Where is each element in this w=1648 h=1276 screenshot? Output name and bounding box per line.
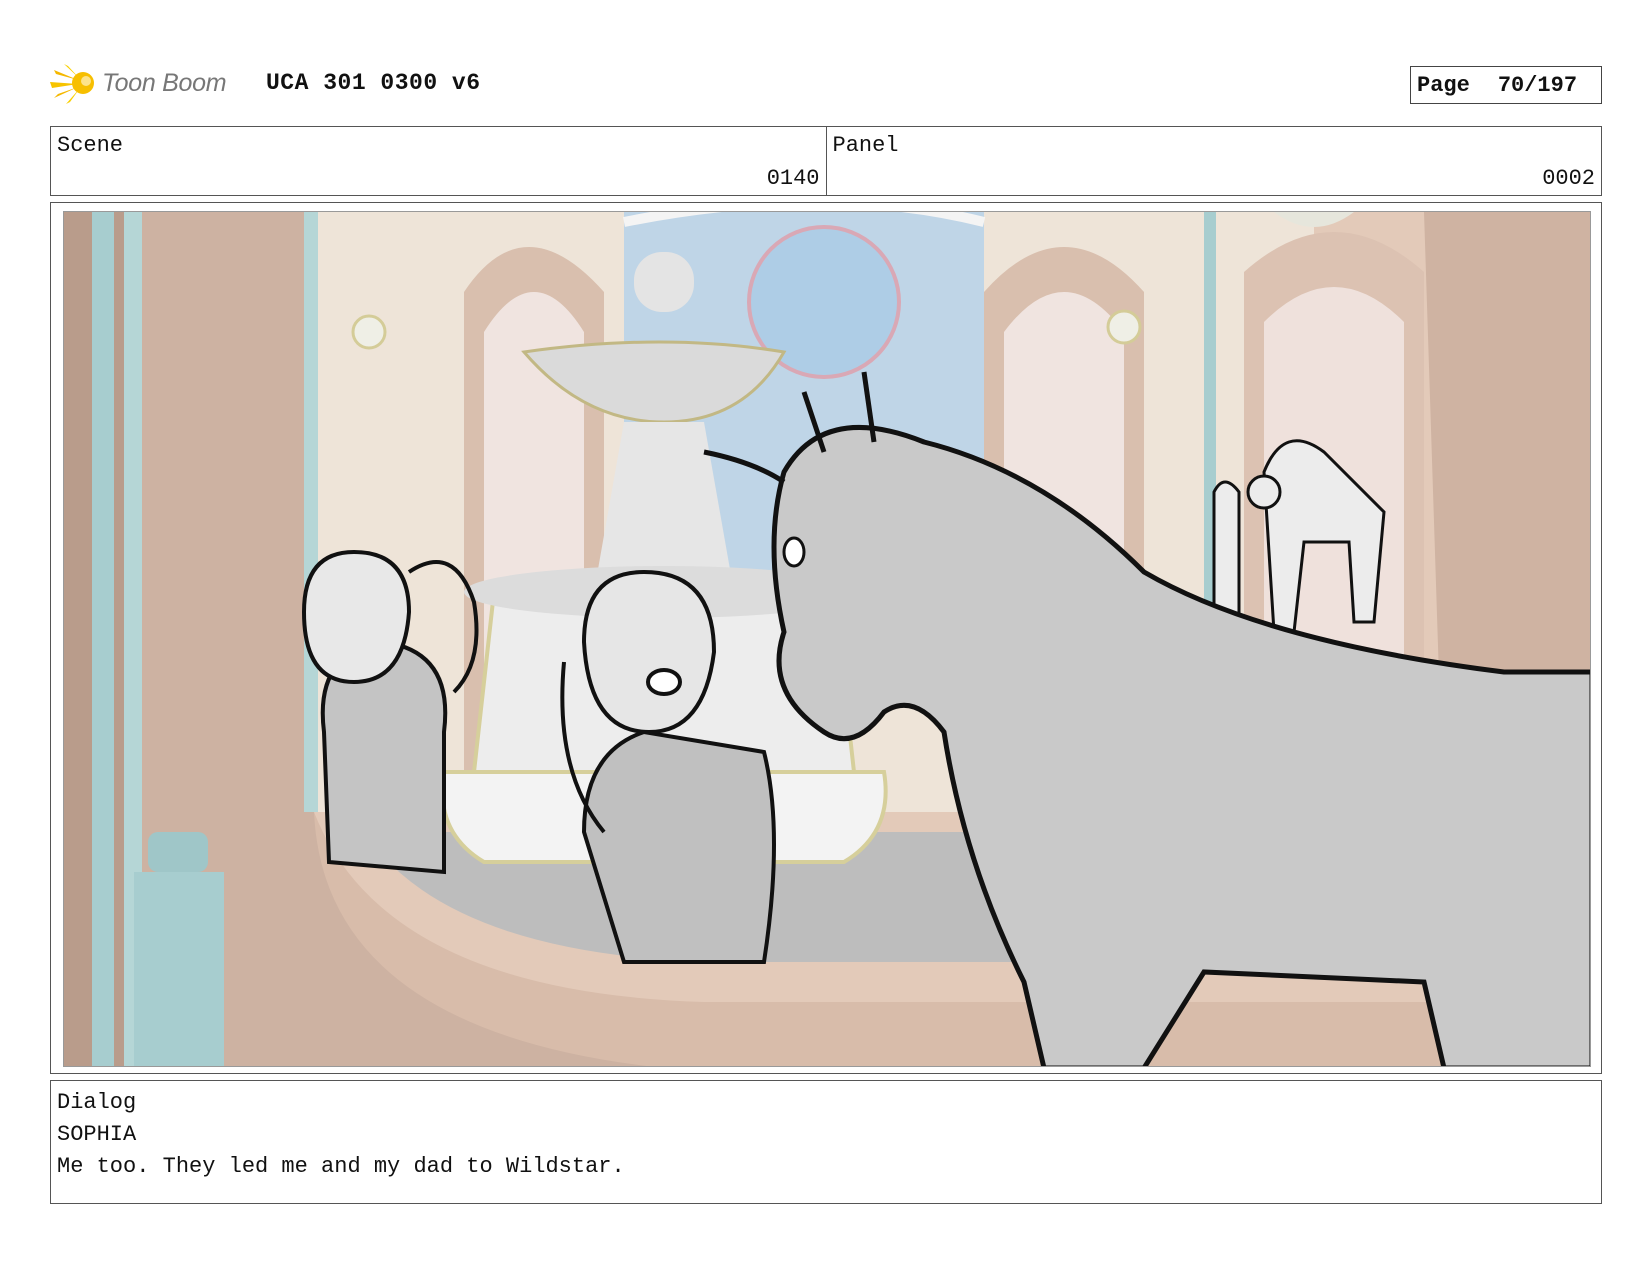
- toon-boom-logo: Toon Boom: [50, 60, 227, 106]
- panel-label: Panel: [832, 133, 899, 158]
- logo-text: Toon Boom: [102, 68, 227, 97]
- page-indicator: Page 70/197: [1410, 66, 1602, 104]
- page-header: Toon Boom UCA 301 0300 v6 Page 70/197: [50, 58, 1602, 108]
- document-title: UCA 301 0300 v6: [266, 70, 481, 96]
- storyboard-illustration: [64, 212, 1590, 1066]
- page-number: 70/197: [1497, 72, 1578, 98]
- scene-cell: Scene 0140: [51, 127, 826, 195]
- panel-cell: Panel 0002: [825, 127, 1602, 195]
- scene-panel-info: Scene 0140 Panel 0002: [50, 126, 1602, 196]
- dialog-box: Dialog SOPHIA Me too. They led me and my…: [50, 1080, 1602, 1204]
- scene-label: Scene: [57, 133, 124, 158]
- scene-value: 0140: [766, 166, 820, 191]
- storyboard-panel-frame: [50, 202, 1602, 1074]
- storyboard-drawing: [63, 211, 1591, 1067]
- page-label: Page: [1417, 72, 1470, 98]
- panel-value: 0002: [1542, 166, 1595, 191]
- toon-boom-star-icon: [50, 64, 94, 104]
- dialog-line: Me too. They led me and my dad to Wildst…: [57, 1154, 625, 1179]
- dialog-label: Dialog: [57, 1090, 137, 1115]
- dialog-character: SOPHIA: [57, 1122, 137, 1147]
